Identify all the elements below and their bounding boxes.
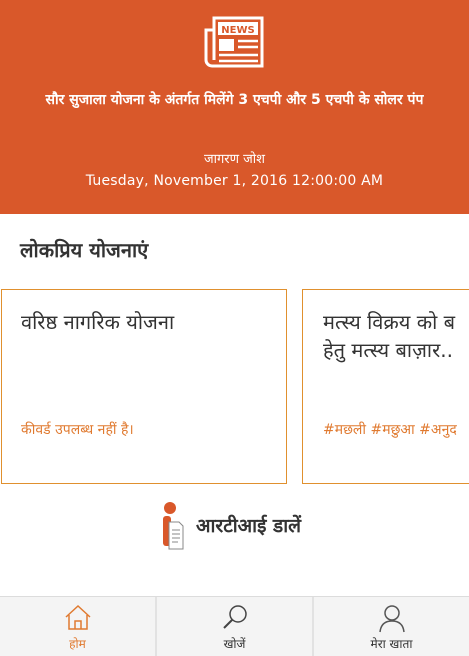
user-icon	[378, 605, 405, 633]
search-icon	[222, 605, 247, 629]
news-banner[interactable]: NEWS सौर सुजाला योजना के अंतर्गत मिलेंगे…	[0, 0, 469, 214]
svg-text:NEWS: NEWS	[221, 25, 254, 36]
bottom-tab-bar: होम खोजें मेरा खाता	[0, 596, 469, 656]
scheme-card-keywords: #मछली #मछुआ #अनुद	[323, 422, 457, 438]
tab-home[interactable]: होम	[0, 597, 157, 656]
scheme-card-keywords: कीवर्ड उपलब्ध नहीं है।	[21, 422, 134, 438]
rti-document-icon	[163, 502, 184, 550]
news-source: जागरण जोश	[203, 152, 266, 167]
tab-search-label: खोजें	[223, 637, 246, 651]
rti-label: आरटीआई डालें	[196, 515, 302, 537]
tab-home-label: होम	[69, 637, 86, 651]
tab-account-label: मेरा खाता	[370, 637, 413, 651]
news-headline[interactable]: सौर सुजाला योजना के अंतर्गत मिलेंगे 3 एच…	[30, 90, 439, 111]
scheme-card[interactable]: मत्स्य विक्रय को ब हेतु मत्स्य बाज़ार.. …	[302, 289, 469, 484]
section-title: लोकप्रिय योजनाएं	[20, 238, 149, 262]
home-icon	[64, 604, 91, 630]
scheme-card-title: मत्स्य विक्रय को ब हेतु मत्स्य बाज़ार..	[323, 310, 456, 362]
tab-account[interactable]: मेरा खाता	[314, 597, 469, 656]
tab-search[interactable]: खोजें	[157, 597, 314, 656]
scheme-card[interactable]: वरिष्ठ नागरिक योजना कीवर्ड उपलब्ध नहीं ह…	[1, 289, 287, 484]
news-date: Tuesday, November 1, 2016 12:00:00 AM	[85, 173, 384, 189]
rti-button[interactable]: आरटीआई डालें	[160, 500, 301, 550]
scheme-card-title: वरिष्ठ नागरिक योजना	[21, 310, 175, 334]
newspaper-icon: NEWS	[204, 16, 264, 68]
